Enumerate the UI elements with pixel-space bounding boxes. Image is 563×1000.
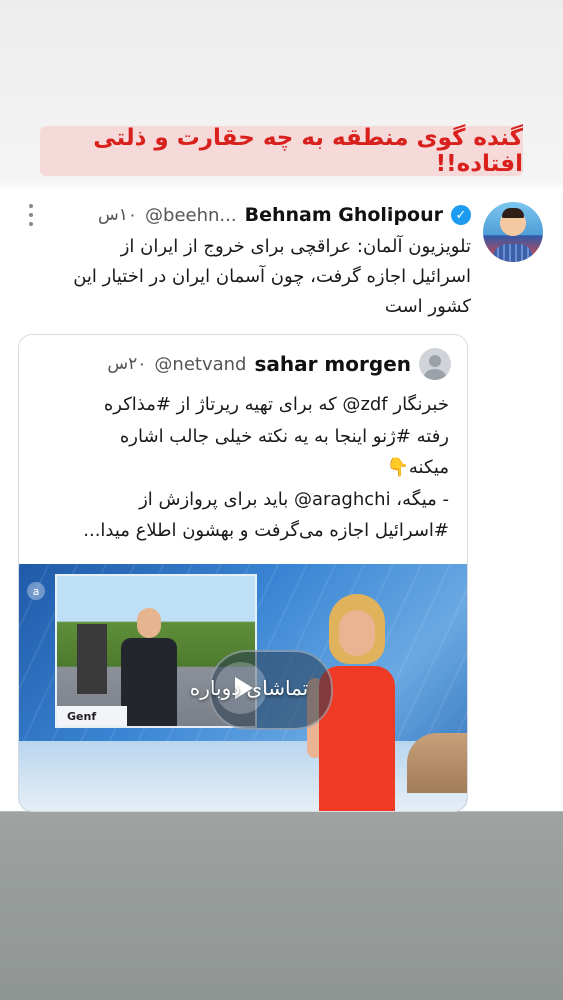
author-avatar[interactable] xyxy=(483,202,543,262)
story-caption-text: گنده گوی منطقه به چه حقارت و ذلتی افتاده… xyxy=(93,125,523,177)
quoted-author-name[interactable]: sahar morgen xyxy=(254,352,411,376)
story-caption: گنده گوی منطقه به چه حقارت و ذلتی افتاده… xyxy=(40,125,523,177)
more-options-icon[interactable] xyxy=(24,204,38,226)
quoted-text-line: - میگه، araghchi@ باید برای پروازش از xyxy=(139,488,449,510)
reporter-figure xyxy=(121,608,177,726)
tweet-time: ۱۰س xyxy=(98,205,138,225)
location-label: Genf xyxy=(57,706,127,726)
author-name[interactable]: Behnam Gholipour xyxy=(245,204,443,226)
quoted-tweet[interactable]: ۲۰س @netvand sahar morgen خبرنگار zdf@ ک… xyxy=(18,334,468,812)
avatar-shirt xyxy=(493,244,533,262)
tweet-text-line: اسرائیل اجازه گرفت، چون آسمان ایران در ا… xyxy=(73,266,471,287)
quoted-text-line: #اسرائیل اجازه می‌گرفت و بهشون اطلاع مید… xyxy=(83,520,449,541)
quoted-author-avatar-icon[interactable] xyxy=(419,348,451,380)
quoted-text-line: خبرنگار zdf@ که برای تهیه ریرتاژ از #مذا… xyxy=(103,394,449,415)
quoted-text-line: رفته #ژنو اینجا به یه نکته خیلی جالب اشا… xyxy=(119,425,449,447)
video-thumbnail[interactable]: a Genf تماشای دوباره xyxy=(19,564,467,811)
quoted-author-handle[interactable]: @netvand xyxy=(154,354,246,375)
tweet-text-line: کشور است xyxy=(384,296,471,317)
tweet-text-line: تلویزیون آلمان: عراقچی برای خروج از ایرا… xyxy=(120,236,471,257)
tweet-text: تلویزیون آلمان: عراقچی برای خروج از ایرا… xyxy=(60,232,471,322)
camera-tripod xyxy=(77,624,107,694)
verified-badge-icon: ✓ xyxy=(451,205,471,225)
avatar-hair xyxy=(502,208,524,218)
author-handle[interactable]: @beehn... xyxy=(145,205,237,226)
anchor-desk xyxy=(407,733,467,793)
tweet-header: ۱۰س @beehn... Behnam Gholipour ✓ xyxy=(24,202,471,228)
broadcaster-logo-icon: a xyxy=(27,582,45,600)
quoted-tweet-header: ۲۰س @netvand sahar morgen xyxy=(35,347,451,381)
replay-label[interactable]: تماشای دوباره xyxy=(169,676,329,700)
quoted-tweet-text: خبرنگار zdf@ که برای تهیه ریرتاژ از #مذا… xyxy=(33,389,449,547)
quoted-tweet-time: ۲۰س xyxy=(107,354,147,374)
tweet-card[interactable]: ۱۰س @beehn... Behnam Gholipour ✓ تلویزیو… xyxy=(0,188,563,812)
quoted-text-line: میکنه👇 xyxy=(386,457,449,478)
